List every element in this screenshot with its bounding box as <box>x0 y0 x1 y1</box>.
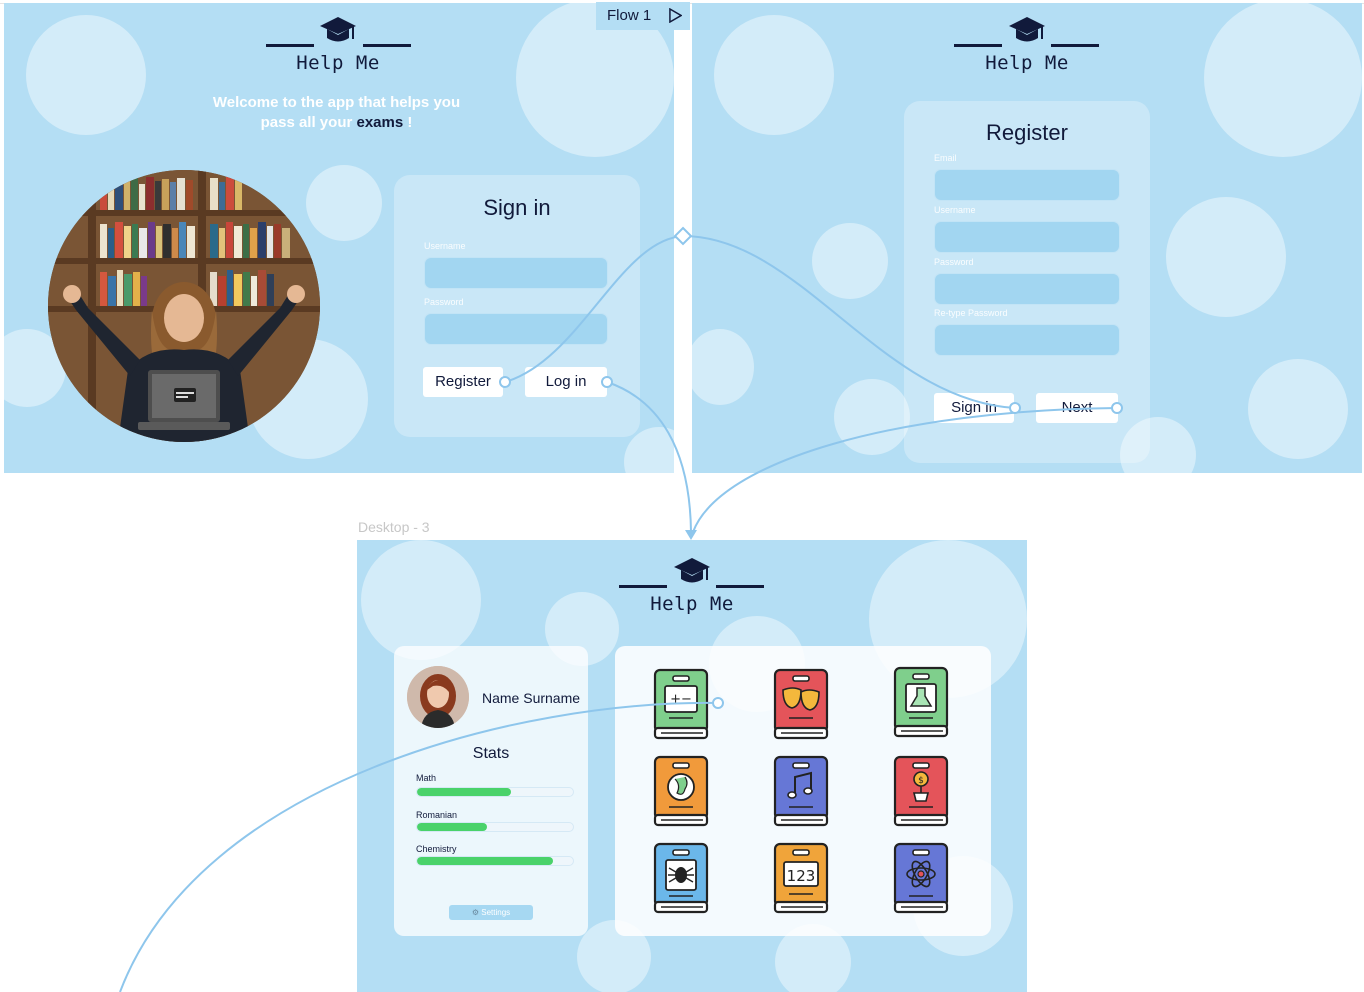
username-input[interactable] <box>424 257 608 289</box>
settings-button[interactable]: ⚙ Settings <box>449 905 533 920</box>
stat-label-chemistry: Chemistry <box>416 844 457 854</box>
register-frame: Help Me Register Email Username Password… <box>692 3 1362 473</box>
graduation-cap-icon <box>320 17 356 42</box>
register-title: Register <box>986 120 1068 145</box>
app-logo-text: Help Me <box>650 593 734 615</box>
stat-bar-romanian <box>416 822 574 832</box>
svg-text:+−: +− <box>670 692 692 707</box>
flow-target-diamond-icon[interactable] <box>673 226 693 246</box>
user-name: Name Surname <box>482 690 581 706</box>
welcome-highlight: exams <box>356 114 404 131</box>
password-label: Password <box>424 297 464 307</box>
app-logo-text: Help Me <box>296 52 380 74</box>
calculator-book-icon[interactable]: +− <box>651 668 711 740</box>
register-button[interactable]: Register <box>423 367 503 397</box>
signin-button-port[interactable] <box>1009 402 1021 414</box>
dashboard-frame: Help Me Name Surname Stats Math Romanian… <box>357 540 1027 992</box>
decor-bubble <box>1248 359 1348 459</box>
flow-start-tab[interactable]: Flow 1 <box>596 2 690 30</box>
signin-button[interactable]: Sign in <box>934 393 1014 423</box>
email-label: Email <box>934 153 957 163</box>
arrowhead-icon <box>685 530 697 540</box>
stat-bar-chemistry <box>416 856 574 866</box>
decor-bubble <box>306 165 382 241</box>
subject-book-port[interactable] <box>712 697 724 709</box>
logo-line-right <box>1051 44 1099 47</box>
student-with-laptop-illustration <box>48 170 320 442</box>
username-input[interactable] <box>934 221 1120 253</box>
svg-text:$: $ <box>918 776 924 786</box>
stat-fill-math <box>417 788 511 796</box>
bug-biology-book-icon[interactable] <box>651 842 711 914</box>
welcome-text: Welcome to the app that helps you pass a… <box>164 93 509 133</box>
settings-label: Settings <box>481 908 511 917</box>
signin-card: Sign in Username Password Register Log i… <box>394 175 640 437</box>
stat-label-math: Math <box>416 773 437 783</box>
password-label: Password <box>934 257 974 267</box>
decor-bubble <box>361 540 481 660</box>
username-label: Username <box>934 205 976 215</box>
frame-label: Desktop - 3 <box>358 519 430 535</box>
logo-line-left <box>266 44 314 47</box>
retype-password-label: Re-type Password <box>934 308 1008 318</box>
decor-bubble <box>812 223 888 299</box>
password-input[interactable] <box>424 313 608 345</box>
signin-frame: Help Me Welcome to the app that helps yo… <box>4 3 674 473</box>
logo-line-left <box>619 585 667 588</box>
stat-fill-chemistry <box>417 857 553 865</box>
svg-text:123: 123 <box>787 867 816 885</box>
welcome-line-2-prefix: pass all your <box>260 114 353 131</box>
app-logo-text: Help Me <box>985 52 1069 74</box>
next-button-port[interactable] <box>1111 402 1123 414</box>
decor-bubble <box>1204 3 1362 157</box>
chemistry-flask-book-icon[interactable] <box>891 666 951 738</box>
register-button-port[interactable] <box>499 376 511 388</box>
welcome-line-2: pass all your exams ! <box>164 113 509 133</box>
avatar[interactable] <box>407 666 469 728</box>
graduation-cap-icon <box>674 558 710 583</box>
next-button[interactable]: Next <box>1036 393 1118 423</box>
retype-password-input[interactable] <box>934 324 1120 356</box>
gear-icon: ⚙ <box>471 908 480 917</box>
username-label: Username <box>424 241 466 251</box>
email-input[interactable] <box>934 169 1120 201</box>
welcome-suffix: ! <box>407 114 413 131</box>
stat-fill-romanian <box>417 823 488 831</box>
money-plant-book-icon[interactable]: $ <box>891 755 951 827</box>
password-input[interactable] <box>934 273 1120 305</box>
stat-label-romanian: Romanian <box>416 810 458 820</box>
globe-book-icon[interactable] <box>651 755 711 827</box>
subjects-panel: +− $ 123 <box>615 646 991 936</box>
graduation-cap-icon <box>1009 17 1045 42</box>
decor-bubble <box>26 15 146 135</box>
signin-title: Sign in <box>483 195 551 220</box>
profile-panel: Name Surname Stats Math Romanian Chemist… <box>394 646 588 936</box>
hero-photo <box>48 170 320 442</box>
atom-physics-book-icon[interactable] <box>891 842 951 914</box>
user-portrait-illustration <box>407 666 469 728</box>
stats-title: Stats <box>472 745 510 762</box>
logo-line-right <box>363 44 411 47</box>
numbers-123-book-icon[interactable]: 123 <box>771 842 831 914</box>
decor-bubble <box>714 15 834 135</box>
decor-bubble <box>834 379 910 455</box>
stat-bar-math <box>416 787 574 797</box>
logo-line-right <box>716 585 764 588</box>
theater-masks-book-icon[interactable] <box>771 668 831 740</box>
decor-bubble <box>1166 197 1286 317</box>
login-button-port[interactable] <box>601 376 613 388</box>
login-button[interactable]: Log in <box>525 367 607 397</box>
decor-bubble <box>692 329 754 405</box>
welcome-line-1: Welcome to the app that helps you <box>212 94 461 111</box>
play-icon <box>669 8 682 23</box>
logo-line-left <box>954 44 1002 47</box>
flow-label: Flow 1 <box>607 7 652 24</box>
music-note-book-icon[interactable] <box>771 755 831 827</box>
